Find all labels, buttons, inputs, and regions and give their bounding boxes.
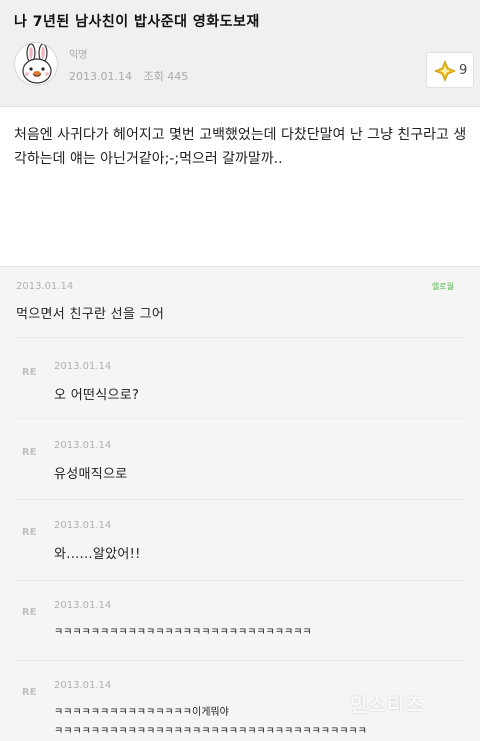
divider xyxy=(14,499,466,500)
reply-date: 2013.01.14 xyxy=(54,600,112,611)
divider xyxy=(14,418,466,419)
divider xyxy=(14,660,466,661)
reply-date: 2013.01.14 xyxy=(54,680,112,691)
site-watermark: 인스티즈 xyxy=(350,694,424,716)
comment-text: 먹으면서 친구란 선을 그어 xyxy=(16,307,165,322)
reply-text: 유성매직으로 xyxy=(54,467,128,482)
reply-marker: RE xyxy=(22,367,37,378)
like-button[interactable]: 9 xyxy=(426,52,474,88)
reply-text: 오 어떤식으로? xyxy=(54,388,140,403)
comment-date: 2013.01.14 xyxy=(16,281,74,292)
reply-text: ㅋㅋㅋㅋㅋㅋㅋㅋㅋㅋㅋㅋㅋㅋㅋ이게뭐야 xyxy=(54,707,229,718)
like-count: 9 xyxy=(459,63,468,78)
reply-marker: RE xyxy=(22,687,37,698)
reply-date: 2013.01.14 xyxy=(54,361,112,372)
reply-marker: RE xyxy=(22,607,37,618)
reply-text-continued: ㅋㅋㅋㅋㅋㅋㅋㅋㅋㅋㅋㅋㅋㅋㅋㅋㅋㅋㅋㅋㅋㅋㅋㅋㅋㅋㅋㅋㅋㅋㅋㅋㅋㅋ xyxy=(54,726,367,737)
reply-date: 2013.01.14 xyxy=(54,520,112,531)
reply-text: ㅋㅋㅋㅋㅋㅋㅋㅋㅋㅋㅋㅋㅋㅋㅋㅋㅋㅋㅋㅋㅋㅋㅋㅋㅋㅋㅋㅋ xyxy=(54,627,312,638)
reply-marker: RE xyxy=(22,447,37,458)
post-meta: 2013.01.14 조회 445 xyxy=(69,68,196,84)
author-name: 익명 xyxy=(69,50,88,61)
comment-badge: 헬로월 xyxy=(431,282,454,291)
bunny-avatar-icon[interactable] xyxy=(14,42,58,86)
comment-section: 2013.01.14 헬로월 먹으면서 친구란 선을 그어 RE 2013.01… xyxy=(0,266,480,741)
post-body: 처음엔 사귀다가 헤어지고 몇번 고백했었는데 다찼단말여 난 그냥 친구라고 … xyxy=(0,107,480,255)
divider xyxy=(14,337,466,338)
divider xyxy=(14,580,466,581)
post-header: 나 7년된 남사친이 밥사준대 영화도보재 익명 2013.01.14 조회 4… xyxy=(0,0,480,107)
post-title: 나 7년된 남사친이 밥사준대 영화도보재 xyxy=(14,14,260,30)
reply-date: 2013.01.14 xyxy=(54,440,112,451)
reply-text: 와......알았어!! xyxy=(54,547,141,562)
diamond-sparkle-icon xyxy=(434,60,456,82)
reply-marker: RE xyxy=(22,527,37,538)
post-date: 2013.01.14 xyxy=(69,70,132,83)
view-count: 조회 445 xyxy=(143,70,189,83)
post-text: 처음엔 사귀다가 헤어지고 몇번 고백했었는데 다찼단말여 난 그냥 친구라고 … xyxy=(14,127,467,167)
